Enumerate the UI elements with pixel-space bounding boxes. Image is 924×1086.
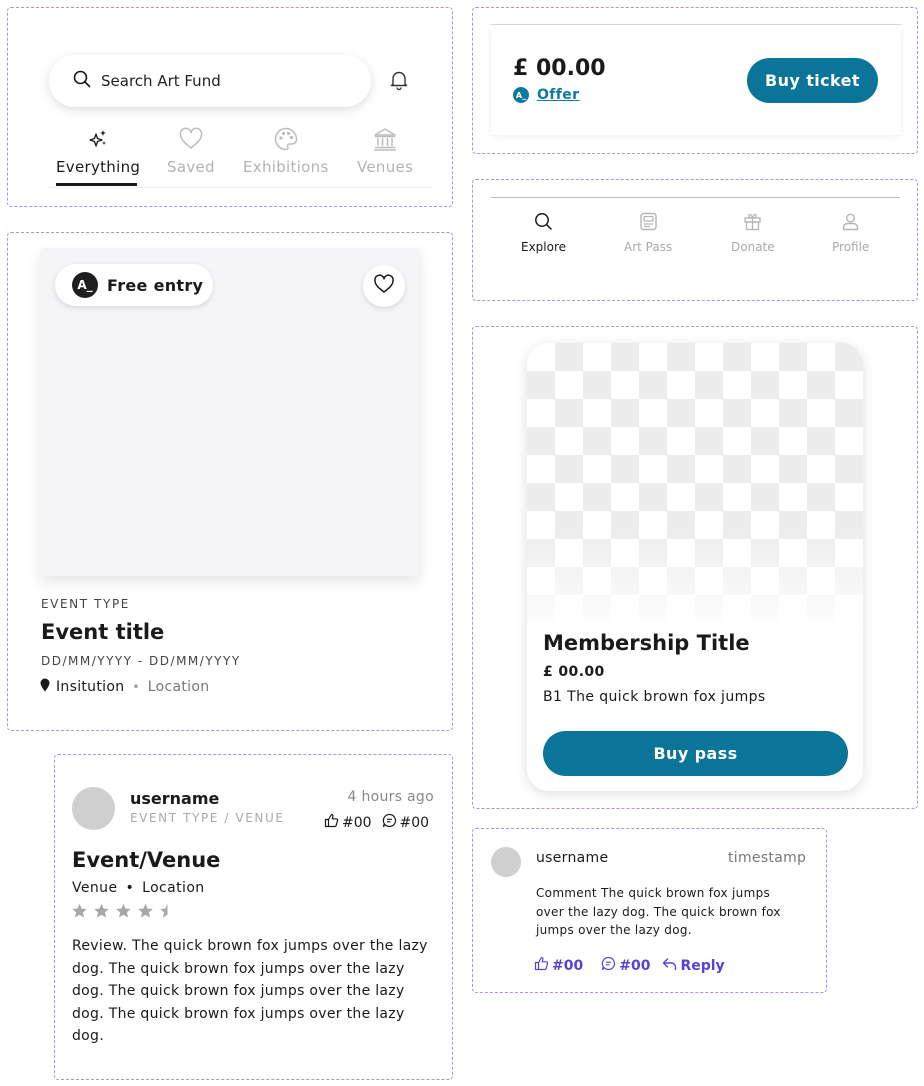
avatar[interactable] (491, 847, 521, 877)
search-icon (73, 70, 91, 92)
heart-icon (373, 274, 395, 298)
comment-username[interactable]: username (536, 850, 608, 866)
membership-price: £ 00.00 (543, 664, 605, 680)
nav-label: Art Pass (624, 240, 673, 254)
thumbs-up-icon (324, 813, 339, 832)
ticket-price: £ 00.00 (513, 56, 606, 81)
star-icon (94, 903, 109, 918)
star-icon (116, 903, 131, 918)
filter-tabs: Everything Saved Exhibitions Venues (48, 126, 432, 188)
review-time: 4 hours ago (347, 789, 434, 805)
comment-icon (382, 813, 397, 832)
review-venue-row: Venue • Location (72, 880, 205, 896)
star-icon (138, 903, 153, 918)
like-button[interactable]: #00 (534, 956, 583, 975)
gift-icon (743, 212, 762, 235)
art-fund-logo-icon: A_ (513, 87, 529, 103)
half-star-icon (160, 903, 168, 918)
user-icon (841, 212, 860, 235)
buy-ticket-button[interactable]: Buy ticket (747, 58, 878, 103)
search-placeholder: Search Art Fund (101, 72, 221, 90)
bell-icon[interactable] (388, 69, 410, 91)
review-stats: #00 #00 (324, 813, 429, 832)
like-count: #00 (342, 814, 372, 831)
comment-button[interactable]: #00 (382, 813, 430, 832)
bottom-nav-divider (491, 197, 900, 198)
tab-everything[interactable]: Everything (56, 126, 140, 176)
comment-body: Comment The quick brown fox jumps over t… (536, 886, 781, 937)
reply-button[interactable]: Reply (662, 956, 725, 975)
event-dates: DD/MM/YYYY - DD/MM/YYYY (41, 654, 241, 668)
thumbs-up-icon (534, 956, 549, 975)
buy-pass-button[interactable]: Buy pass (543, 731, 848, 776)
nav-label: Explore (521, 240, 567, 254)
free-entry-label: Free entry (107, 275, 204, 295)
tab-saved[interactable]: Saved (167, 126, 215, 176)
offer-link[interactable]: A_ Offer (513, 87, 579, 103)
event-location-row: Insitution • Location (40, 678, 209, 696)
star-icon (72, 903, 87, 918)
comment-icon (601, 956, 616, 975)
membership-card[interactable] (527, 343, 863, 791)
palette-icon (273, 126, 299, 152)
event-institution: Insitution (56, 679, 125, 695)
like-count: #00 (552, 957, 584, 974)
event-type: EVENT TYPE (41, 597, 130, 611)
nav-label: Profile (832, 240, 870, 254)
comment-count: #00 (619, 957, 651, 974)
review-location: Location (142, 880, 205, 896)
image-fade (527, 523, 863, 633)
nav-label: Donate (731, 240, 775, 254)
reply-label: Reply (680, 957, 725, 974)
card-icon (639, 212, 658, 235)
nav-donate[interactable]: Donate (731, 212, 775, 254)
like-button[interactable]: #00 (324, 813, 372, 832)
tab-label: Venues (357, 158, 414, 176)
event-location: Location (147, 679, 210, 695)
review-subtitle: EVENT TYPE / VENUE (130, 811, 285, 825)
active-tab-indicator (56, 183, 137, 186)
review-username[interactable]: username (130, 789, 219, 808)
nav-art-pass[interactable]: Art Pass (624, 212, 672, 254)
comment-actions: #00 #00 Reply (534, 956, 725, 975)
tab-label: Saved (167, 158, 215, 176)
membership-description: B1 The quick brown fox jumps (543, 689, 766, 705)
review-title[interactable]: Event/Venue (72, 848, 220, 872)
event-title[interactable]: Event title (41, 620, 164, 644)
search-icon (534, 212, 553, 235)
comment-button[interactable]: #00 (601, 956, 650, 975)
free-entry-badge: A_ Free entry (55, 264, 213, 306)
separator-dot: • (132, 680, 140, 694)
rating-stars (71, 903, 176, 919)
heart-icon (178, 126, 204, 152)
tab-venues[interactable]: Venues (357, 126, 413, 176)
tab-label: Everything (56, 158, 141, 176)
comment-count: #00 (399, 814, 430, 831)
sparkles-icon (85, 126, 111, 152)
offer-label: Offer (537, 87, 580, 103)
review-venue: Venue (72, 880, 118, 896)
tab-label: Exhibitions (243, 158, 329, 176)
review-body: Review. The quick brown fox jumps over t… (72, 938, 428, 1044)
search-bar[interactable]: Search Art Fund (49, 55, 371, 107)
museum-icon (372, 126, 398, 152)
save-button[interactable] (363, 265, 405, 307)
avatar[interactable] (72, 787, 115, 830)
art-fund-logo-icon: A_ (72, 272, 98, 298)
pin-icon (40, 678, 50, 696)
reply-icon (662, 957, 677, 975)
comment-timestamp: timestamp (728, 850, 807, 866)
nav-explore[interactable]: Explore (521, 212, 566, 254)
membership-title: Membership Title (543, 631, 750, 655)
separator-dot: • (125, 880, 135, 896)
tab-exhibitions[interactable]: Exhibitions (243, 126, 329, 176)
nav-profile[interactable]: Profile (832, 212, 869, 254)
